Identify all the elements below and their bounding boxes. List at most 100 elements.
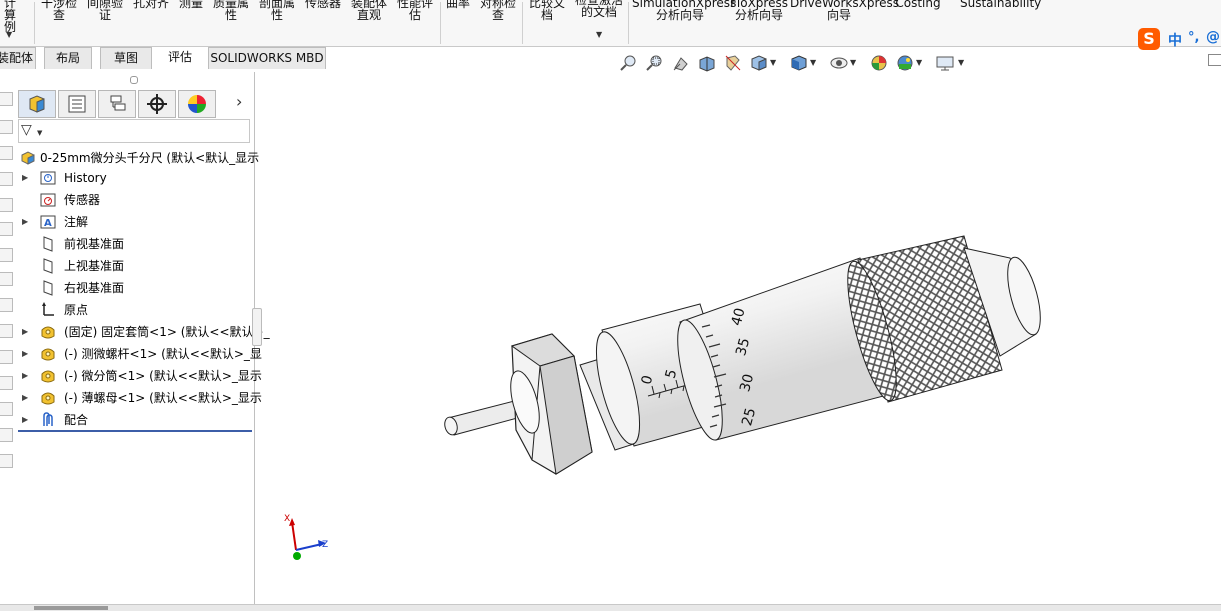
tree-item-label: 上视基准面 <box>64 259 125 273</box>
display-style-icon[interactable] <box>790 54 808 72</box>
restore-window-icon[interactable] <box>1208 54 1221 66</box>
chevron-down-icon[interactable]: ▼ <box>958 58 964 67</box>
floxpress-button[interactable]: FloXpress 分析向导 <box>730 0 788 41</box>
rollback-bar[interactable] <box>18 430 252 432</box>
tree-item-part-fixed-sleeve[interactable]: ▶ (固定) 固定套筒<1> (默认<<默认>_ <box>14 321 270 343</box>
chevron-down-icon[interactable]: ▼ <box>916 58 922 67</box>
strip-tool-icon[interactable] <box>0 222 13 236</box>
view-settings-icon[interactable] <box>936 54 954 72</box>
sustainability-button[interactable]: Sustainability <box>960 0 1041 41</box>
tree-item-front-plane[interactable]: 前视基准面 <box>14 233 254 255</box>
tree-item-history[interactable]: ▶ History <box>14 167 254 189</box>
simulationxpress-button[interactable]: SimulationXpress 分析向导 <box>632 0 736 41</box>
chevron-down-icon[interactable]: ▼ <box>770 58 776 67</box>
strip-tool-icon[interactable] <box>0 402 13 416</box>
strip-tool-icon[interactable] <box>0 298 13 312</box>
measure-button[interactable]: 测量 <box>174 0 208 41</box>
tree-filter-box[interactable]: ▽ ▼ <box>18 119 250 143</box>
expand-arrow-icon[interactable]: ▶ <box>22 365 28 387</box>
strip-tool-icon[interactable] <box>0 198 13 212</box>
section-properties-button[interactable]: 剖面属 性 <box>256 0 298 41</box>
ime-punctuation-toggle[interactable]: °, <box>1188 30 1199 45</box>
filter-icon[interactable]: ▽ <box>21 122 32 138</box>
mass-properties-button[interactable]: 质量属 性 <box>210 0 252 41</box>
dynamic-annotation-icon[interactable] <box>724 54 742 72</box>
tab-layout[interactable]: 布局 <box>44 47 92 69</box>
micrometer-head-model[interactable]: 0 5 40 35 30 25 X Z <box>256 72 1221 608</box>
hide-show-items-icon[interactable] <box>830 54 848 72</box>
ime-language-toggle[interactable]: 中 <box>1168 30 1182 50</box>
tab-solidworks-mbd[interactable]: SOLIDWORKS MBD <box>208 47 326 69</box>
strip-tool-icon[interactable] <box>0 120 13 134</box>
feature-manager-icon[interactable] <box>18 90 56 118</box>
costing-button[interactable]: Costing <box>892 0 944 41</box>
tree-item-part-thin-nut[interactable]: ▶ (-) 薄螺母<1> (默认<<默认>_显示 <box>14 387 262 409</box>
expand-arrow-icon[interactable]: ▶ <box>22 409 28 431</box>
strip-tool-icon[interactable] <box>0 454 13 468</box>
tree-item-annotations[interactable]: ▶ A 注解 <box>14 211 254 233</box>
chevron-down-icon[interactable]: ▼ <box>37 129 42 137</box>
tree-item-top-plane[interactable]: 上视基准面 <box>14 255 254 277</box>
zoom-to-fit-icon[interactable] <box>620 54 638 72</box>
chevron-down-icon[interactable]: ▼ <box>810 58 816 67</box>
compare-documents-button[interactable]: 比较文 档 <box>526 0 568 41</box>
sogou-logo-icon[interactable]: S <box>1138 28 1160 50</box>
strip-tool-icon[interactable] <box>0 324 13 338</box>
chevron-down-icon[interactable]: ▼ <box>6 30 12 39</box>
strip-tool-icon[interactable] <box>0 350 13 364</box>
clearance-verification-button[interactable]: 间隙验 证 <box>84 0 126 41</box>
tree-item-sensors[interactable]: 传感器 <box>14 189 254 211</box>
tree-item-label: (-) 微分筒<1> (默认<<默认>_显示 <box>64 369 262 383</box>
chevron-down-icon[interactable]: ▼ <box>850 58 856 67</box>
edit-appearance-icon[interactable] <box>870 54 888 72</box>
sogou-ime-toolbar[interactable]: S 中 °, @ <box>1138 28 1220 50</box>
tab-evaluate[interactable]: 评估 <box>158 47 202 68</box>
section-view-icon[interactable] <box>698 54 716 72</box>
ime-emoji-icon[interactable]: @ <box>1206 29 1220 45</box>
interference-check-button[interactable]: 干涉检 查 <box>38 0 80 41</box>
tree-root-assembly[interactable]: 0-25mm微分头千分尺 (默认<默认_显示 <box>14 147 259 169</box>
strip-tool-icon[interactable] <box>0 172 13 186</box>
tree-item-right-plane[interactable]: 右视基准面 <box>14 277 254 299</box>
tree-item-mates[interactable]: ▶ 配合 <box>14 409 254 431</box>
symmetry-check-button[interactable]: 对称检 查 <box>477 0 519 41</box>
strip-tool-icon[interactable] <box>0 92 13 106</box>
assembly-icon <box>21 151 35 165</box>
strip-tool-icon[interactable] <box>0 146 13 160</box>
sensor-button[interactable]: 传感器 <box>302 0 344 41</box>
expand-arrow-icon[interactable]: ▶ <box>22 387 28 409</box>
performance-evaluation-button[interactable]: 性能评 估 <box>394 0 436 41</box>
tab-scroll-thumb[interactable] <box>34 606 108 610</box>
tree-item-part-spindle[interactable]: ▶ (-) 测微螺杆<1> (默认<<默认>_显 <box>14 343 262 365</box>
tab-sketch[interactable]: 草图 <box>100 47 152 69</box>
previous-view-icon[interactable] <box>672 54 690 72</box>
curvature-button[interactable]: 曲率 <box>443 0 473 41</box>
graphics-area[interactable]: 0 5 40 35 30 25 X Z <box>256 72 1221 608</box>
tab-assembly[interactable]: 装配体 <box>0 47 36 69</box>
tree-item-label: 配合 <box>64 413 89 427</box>
chevron-right-icon[interactable]: › <box>236 92 242 111</box>
chevron-down-icon[interactable]: ▼ <box>596 30 602 39</box>
panel-grip-icon[interactable] <box>130 76 138 84</box>
expand-arrow-icon[interactable]: ▶ <box>22 343 28 365</box>
tree-item-origin[interactable]: 原点 <box>14 299 254 321</box>
expand-arrow-icon[interactable]: ▶ <box>22 321 28 343</box>
dimxpert-icon[interactable] <box>138 90 176 118</box>
strip-tool-icon[interactable] <box>0 428 13 442</box>
property-manager-icon[interactable] <box>58 90 96 118</box>
strip-tool-icon[interactable] <box>0 272 13 286</box>
tree-item-label: (-) 测微螺杆<1> (默认<<默认>_显 <box>64 347 262 361</box>
view-orientation-icon[interactable] <box>750 54 768 72</box>
tree-item-part-thimble[interactable]: ▶ (-) 微分筒<1> (默认<<默认>_显示 <box>14 365 262 387</box>
zoom-to-area-icon[interactable] <box>646 54 664 72</box>
expand-arrow-icon[interactable]: ▶ <box>22 211 28 233</box>
apply-scene-icon[interactable] <box>896 54 914 72</box>
configuration-manager-icon[interactable] <box>98 90 136 118</box>
assembly-visualization-button[interactable]: 装配体 直观 <box>348 0 390 41</box>
strip-tool-icon[interactable] <box>0 248 13 262</box>
expand-arrow-icon[interactable]: ▶ <box>22 167 28 189</box>
strip-tool-icon[interactable] <box>0 376 13 390</box>
driveworksxpress-button[interactable]: DriveWorksXpress 向导 <box>790 0 899 41</box>
display-manager-icon[interactable] <box>178 90 216 118</box>
hole-alignment-button[interactable]: 孔对齐 <box>130 0 172 41</box>
